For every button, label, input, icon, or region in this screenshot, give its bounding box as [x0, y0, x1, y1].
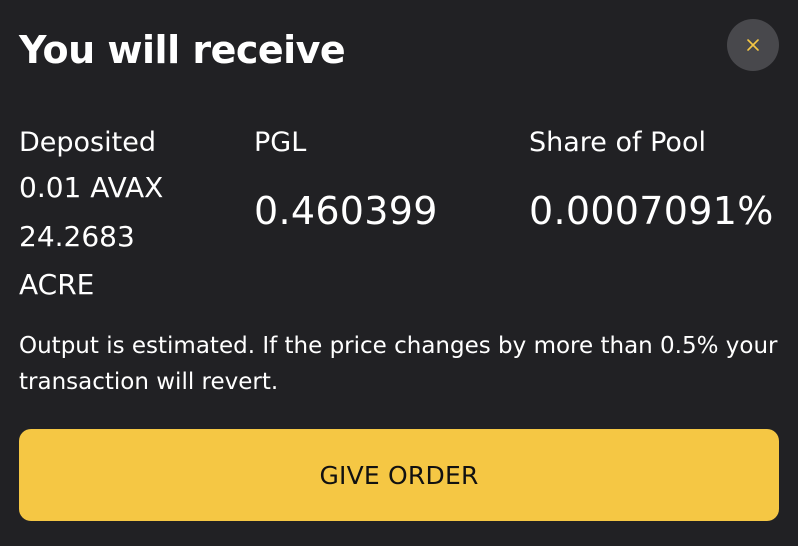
- deposited-label: Deposited: [19, 127, 156, 158]
- modal-title: You will receive: [19, 28, 346, 72]
- deposited-amount-acre: 24.2683: [19, 219, 135, 253]
- share-column: Share of Pool 0.0007091%: [529, 124, 774, 235]
- close-button[interactable]: [727, 19, 779, 71]
- pgl-column: PGL 0.460399: [254, 124, 438, 235]
- give-order-button[interactable]: GIVE ORDER: [19, 429, 779, 521]
- deposited-column: Deposited 0.01 AVAX 24.2683 ACRE: [19, 124, 229, 310]
- pgl-value: 0.460399: [254, 189, 438, 233]
- share-label: Share of Pool: [529, 127, 706, 158]
- pgl-label: PGL: [254, 127, 307, 158]
- deposited-amount-avax: 0.01 AVAX: [19, 171, 164, 204]
- estimate-note: Output is estimated. If the price change…: [19, 333, 778, 395]
- receive-modal: You will receive Deposited 0.01 AVAX 24.…: [0, 0, 798, 546]
- close-icon: [746, 38, 760, 52]
- deposited-token-acre: ACRE: [19, 268, 95, 301]
- share-value: 0.0007091%: [529, 189, 774, 233]
